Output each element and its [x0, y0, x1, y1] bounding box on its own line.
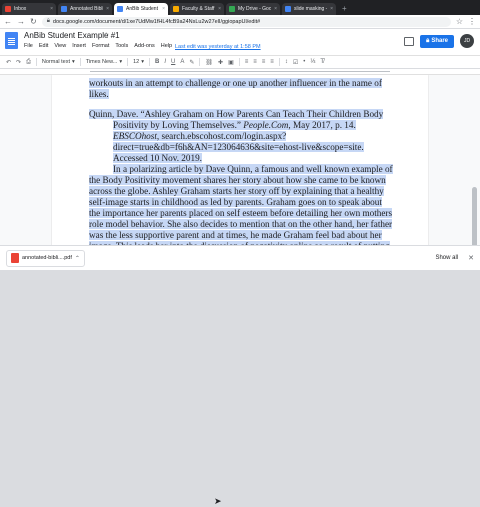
close-icon[interactable]: × — [218, 6, 221, 12]
align-left-icon[interactable]: ≡ — [245, 59, 249, 65]
mouse-cursor-icon: ➤ — [214, 496, 222, 506]
menu-view[interactable]: View — [54, 43, 66, 49]
avatar[interactable]: JD — [460, 34, 474, 48]
tab-my-drive[interactable]: My Drive - Google D...× — [226, 3, 280, 15]
menu-tools[interactable]: Tools — [115, 43, 128, 49]
share-button[interactable]: 🔒︎ Share — [420, 34, 454, 48]
divider — [199, 58, 201, 66]
underline-icon[interactable]: U — [171, 59, 175, 65]
close-icon[interactable]: × — [274, 6, 277, 12]
checklist-icon[interactable]: ☑ — [293, 59, 298, 66]
docs-logo-icon[interactable] — [5, 32, 18, 49]
highlight-icon[interactable]: ✎ — [189, 59, 194, 66]
divider — [149, 58, 151, 66]
ruler-scale — [90, 71, 390, 73]
justify-icon[interactable]: ≡ — [270, 59, 274, 65]
citation-entry: Quinn, Dave. “Ashley Graham on How Paren… — [89, 109, 384, 163]
site-icon — [173, 6, 179, 12]
drive-icon — [229, 6, 235, 12]
reload-icon[interactable]: ↻ — [30, 17, 37, 26]
chevron-down-icon: ▾ — [72, 59, 75, 65]
clear-formatting-icon[interactable]: T̸ — [320, 59, 324, 65]
tab-slide-masking[interactable]: slide masking - Go...× — [282, 3, 336, 15]
address-bar: ← → ↻ 🔒︎ docs.google.com/document/d/1xe7… — [0, 15, 480, 29]
back-icon[interactable]: ← — [4, 17, 12, 26]
google-icon — [285, 6, 291, 12]
font-size-select[interactable]: 12 ▾ — [133, 59, 144, 65]
close-icon[interactable]: × — [162, 6, 165, 12]
docs-icon — [117, 6, 123, 12]
show-all-link[interactable]: Show all — [435, 255, 458, 261]
close-icon[interactable]: ✕ — [468, 254, 474, 262]
divider — [127, 58, 129, 66]
url-field[interactable]: 🔒︎ docs.google.com/document/d/1xe7UdMw1f… — [41, 16, 451, 27]
paragraph-previous: workouts in an attempt to challenge or o… — [89, 78, 382, 99]
comment-icon[interactable] — [404, 36, 415, 46]
download-item[interactable]: annotated-bibli....pdf ⌃ — [6, 249, 85, 267]
line-spacing-icon[interactable]: ↕ — [285, 59, 288, 65]
browser-tab-bar: Inbox× Annotated Bibliogr...× AnBib Stud… — [0, 0, 480, 15]
style-select[interactable]: Normal text ▾ — [42, 59, 75, 65]
download-shelf: annotated-bibli....pdf ⌃ ➤ Show all ✕ — [0, 245, 480, 506]
pdf-icon — [11, 253, 19, 263]
numbered-list-icon[interactable]: ⅓ — [310, 59, 315, 65]
tab-inbox[interactable]: Inbox × — [2, 3, 56, 15]
lock-icon: 🔒︎ — [426, 37, 430, 44]
tab-annotated-bibliography[interactable]: Annotated Bibliogr...× — [58, 3, 112, 15]
document-body[interactable]: workouts in an attempt to challenge or o… — [89, 78, 395, 245]
docs-icon — [61, 6, 67, 12]
menu-insert[interactable]: Insert — [72, 43, 86, 49]
menu-help[interactable]: Help — [161, 43, 172, 49]
menu-file[interactable]: File — [24, 43, 33, 49]
font-select[interactable]: Times New... ▾ — [86, 59, 122, 65]
chevron-down-icon: ▾ — [141, 59, 145, 65]
menu-add-ons[interactable]: Add-ons — [134, 43, 155, 49]
bulleted-list-icon[interactable]: • — [303, 59, 305, 65]
menu-icon[interactable]: ⋮ — [468, 17, 476, 26]
undo-icon[interactable]: ↶ — [6, 59, 11, 66]
scrollbar[interactable] — [472, 151, 478, 245]
italic-icon[interactable]: I — [164, 59, 166, 65]
divider — [278, 58, 280, 66]
divider — [238, 58, 240, 66]
annotation-paragraph: In a polarizing article by Dave Quinn, a… — [89, 164, 395, 245]
new-tab-icon[interactable]: + — [338, 3, 351, 15]
gmail-icon — [5, 6, 11, 12]
comment-add-icon[interactable]: ✚ — [218, 59, 223, 66]
tab-faculty-staff[interactable]: Faculty & Staff Reso...× — [170, 3, 224, 15]
document-page[interactable]: workouts in an attempt to challenge or o… — [52, 75, 428, 245]
chevron-down-icon: ▾ — [119, 59, 123, 65]
close-icon[interactable]: × — [330, 6, 333, 12]
docs-header: AnBib Student Example #1 ☆ File Edit Vie… — [0, 29, 480, 55]
formatting-toolbar: ↶ ↷ ⎙ Normal text ▾ Times New... ▾ 12 ▾ B I… — [0, 55, 480, 69]
bold-icon[interactable]: B — [155, 59, 159, 65]
menu-edit[interactable]: Edit — [39, 43, 48, 49]
divider — [35, 58, 37, 66]
close-icon[interactable]: × — [50, 6, 53, 12]
chevron-up-icon[interactable]: ⌃ — [75, 255, 80, 262]
image-icon[interactable]: ▣ — [228, 59, 234, 66]
star-icon[interactable]: ☆ — [103, 31, 109, 39]
document-canvas: workouts in an attempt to challenge or o… — [0, 75, 480, 245]
link-icon[interactable]: ⛓ — [205, 59, 213, 66]
scrollbar-thumb[interactable] — [472, 187, 477, 245]
close-icon[interactable]: × — [106, 6, 109, 12]
header-actions: 🔒︎ Share JD — [404, 34, 474, 48]
redo-icon[interactable]: ↷ — [16, 59, 21, 66]
menu-bar: File Edit View Insert Format Tools Add-o… — [24, 43, 172, 49]
tab-anbib-student-example[interactable]: AnBib Student Exam...× — [114, 3, 168, 15]
forward-icon[interactable]: → — [17, 17, 25, 26]
align-right-icon[interactable]: ≡ — [262, 59, 266, 65]
lock-icon: 🔒︎ — [46, 18, 50, 24]
divider — [79, 58, 81, 66]
align-center-icon[interactable]: ≡ — [253, 59, 257, 65]
bookmark-star-icon[interactable]: ☆ — [456, 17, 463, 26]
text-color-icon[interactable]: A — [180, 59, 184, 65]
menu-format[interactable]: Format — [92, 43, 109, 49]
last-edit-link[interactable]: Last edit was yesterday at 1:58 PM — [175, 44, 261, 50]
print-icon[interactable]: ⎙ — [26, 59, 31, 66]
